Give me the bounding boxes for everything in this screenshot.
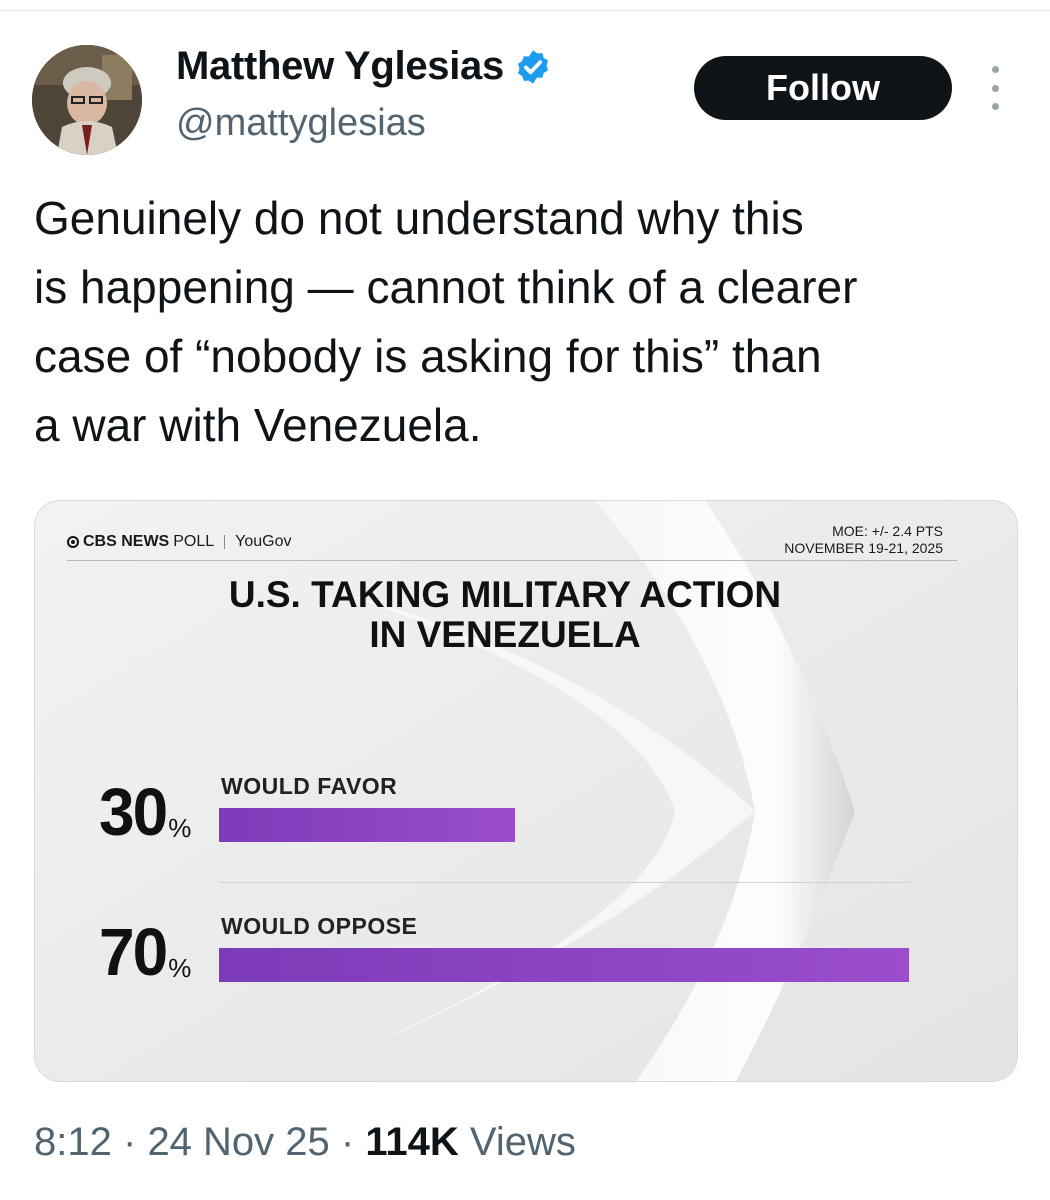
row-divider — [219, 882, 909, 883]
tweet-time[interactable]: 8:12 — [34, 1120, 112, 1164]
tweet-date[interactable]: 24 Nov 25 — [147, 1120, 329, 1164]
tweet-line: a war with Venezuela. — [34, 399, 482, 451]
author-name-row: Matthew Yglesias — [176, 44, 552, 89]
views-count: 114K — [365, 1120, 459, 1164]
bar — [219, 808, 515, 842]
more-vertical-icon[interactable] — [984, 66, 1006, 110]
poll-image[interactable]: CBS NEWS POLL YouGov MOE: +/- 2.4 PTS NO… — [34, 500, 1018, 1082]
header-divider — [67, 560, 957, 561]
tweet-line: Genuinely do not understand why this — [34, 192, 804, 244]
bar-category-label: WOULD OPPOSE — [221, 913, 418, 939]
tweet-text: Genuinely do not understand why this is … — [34, 184, 1024, 460]
top-divider — [0, 10, 1050, 11]
chart-title-line: IN VENEZUELA — [369, 614, 641, 655]
follow-button[interactable]: Follow — [694, 56, 952, 120]
brand-yougov: YouGov — [235, 533, 292, 550]
bar-value-unit: % — [168, 953, 192, 983]
dot — [991, 66, 999, 73]
bar-value-label: 30% — [99, 774, 192, 850]
poll-dates: NOVEMBER 19-21, 2025 — [784, 540, 943, 556]
avatar-photo — [32, 45, 142, 155]
avatar[interactable] — [32, 45, 142, 155]
author-name[interactable]: Matthew Yglesias — [176, 44, 504, 89]
bar-value-number: 70 — [99, 914, 168, 990]
bar-category-label: WOULD FAVOR — [221, 773, 398, 799]
dot — [991, 103, 999, 110]
brand-cbs: CBS NEWS — [83, 533, 170, 550]
bar — [219, 948, 909, 982]
poll-meta: MOE: +/- 2.4 PTS NOVEMBER 19-21, 2025 — [784, 523, 943, 557]
views-label: Views — [469, 1120, 576, 1164]
tweet-line: is happening — cannot think of a clearer — [34, 261, 858, 313]
bar-value-number: 30 — [99, 774, 168, 850]
poll-moe: MOE: +/- 2.4 PTS — [832, 523, 943, 539]
separator: · — [122, 1120, 137, 1164]
author-handle[interactable]: @mattyglesias — [176, 102, 426, 145]
verified-badge-icon — [517, 49, 548, 84]
chart-title: U.S. TAKING MILITARY ACTION IN VENEZUELA — [95, 575, 915, 655]
separator: · — [340, 1120, 355, 1164]
poll-brand: CBS NEWS POLL YouGov — [67, 533, 292, 551]
brand-divider — [224, 535, 226, 549]
cbs-eye-icon — [67, 536, 79, 548]
bar-value-unit: % — [168, 813, 192, 843]
dot — [991, 84, 999, 92]
bar-value-label: 70% — [99, 914, 192, 990]
tweet-meta: 8:12 · 24 Nov 25 · 114K Views — [34, 1120, 576, 1165]
tweet-line: case of “nobody is asking for this” than — [34, 330, 822, 382]
brand-poll: POLL — [173, 533, 215, 550]
chart-title-line: U.S. TAKING MILITARY ACTION — [228, 574, 782, 615]
